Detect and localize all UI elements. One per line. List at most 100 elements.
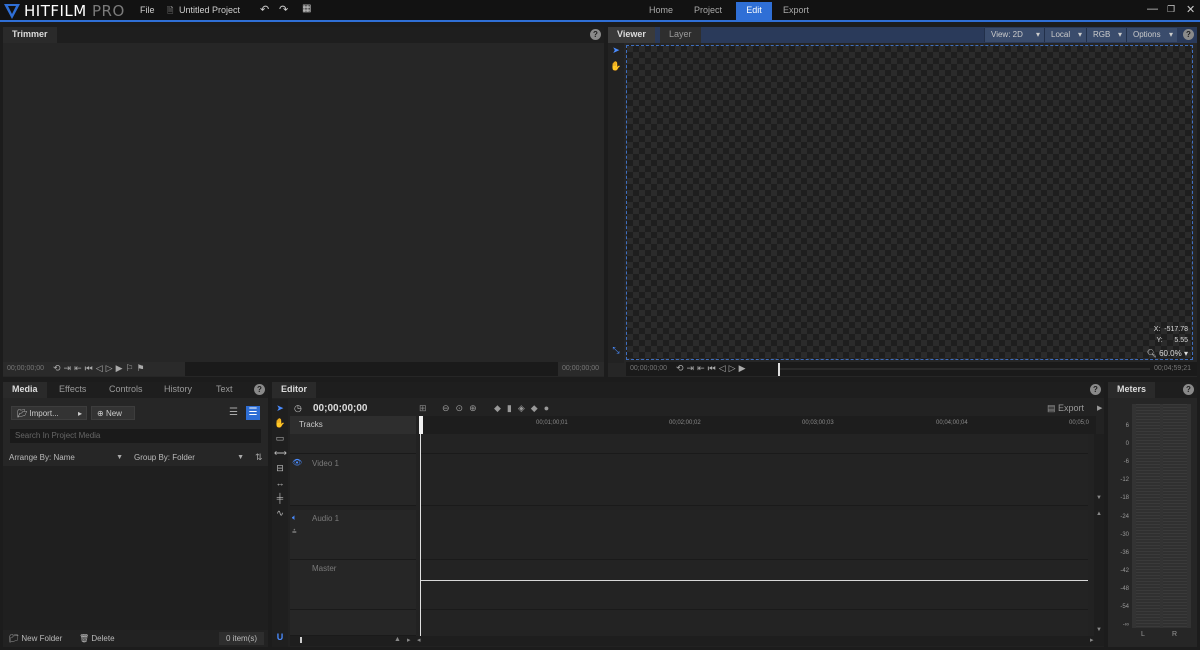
help-icon[interactable]: ? [1090, 384, 1101, 395]
editor-vscroll[interactable]: ▼ ▲ ▼ [1094, 434, 1104, 636]
meter-right-bar [1163, 404, 1187, 628]
media-list[interactable] [3, 466, 268, 630]
options-dropdown[interactable]: Options ▾ [1126, 28, 1177, 42]
help-icon[interactable]: ? [1183, 384, 1194, 395]
export-button[interactable]: ▤ Export [1047, 403, 1084, 414]
slice-tool-icon[interactable]: ▭ [274, 433, 286, 444]
timeline-lane-spacer [420, 434, 1088, 454]
channel-dropdown[interactable]: RGB ▾ [1086, 28, 1126, 42]
slip-tool-icon[interactable]: ⟷ [274, 448, 287, 459]
meter-scale-m54: -54 [1120, 604, 1129, 610]
delete-button[interactable]: 🗑︎ Delete [79, 634, 115, 643]
hand-tool-icon[interactable]: ✋ [610, 61, 622, 72]
help-icon[interactable]: ? [1183, 29, 1194, 40]
tab-text[interactable]: Text [207, 382, 242, 398]
zoom-in-icon[interactable]: ▲ [394, 636, 401, 643]
select-tool-icon[interactable]: ➤ [610, 45, 622, 56]
select-tool-icon[interactable]: ➤ [274, 403, 286, 414]
ruler-mark-5: 00;05;0 [1069, 420, 1090, 426]
search-media-input[interactable]: Search In Project Media [10, 429, 261, 443]
restore-icon[interactable]: ❐ [1167, 4, 1175, 15]
nav-project[interactable]: Project [686, 2, 730, 20]
hitfilm-logo-icon [4, 4, 20, 19]
meter-scale-m12: -12 [1120, 477, 1129, 483]
hand-tool-icon[interactable]: ✋ [274, 418, 286, 429]
new-button[interactable]: ⊕ New [91, 406, 135, 420]
menu-file[interactable]: File [140, 5, 155, 15]
media-header: Media Effects Controls History Text ? [3, 382, 268, 398]
tab-layer[interactable]: Layer [660, 27, 701, 43]
arrange-by-dropdown[interactable]: Arrange By: Name ▼ [6, 451, 126, 465]
scroll-right-icon[interactable]: ▸ [407, 636, 411, 644]
scroll-up-icon[interactable]: ▲ [1096, 511, 1102, 517]
add-track-icon[interactable]: ⊞ [419, 403, 427, 414]
minimize-icon[interactable]: — [1147, 3, 1158, 15]
grid-icon[interactable]: ▦ [302, 3, 311, 14]
snap-icon[interactable]: U [274, 632, 286, 642]
keyframe-icons[interactable]: ◆▮◈◆● [494, 403, 555, 414]
view-mode-dropdown[interactable]: View: 2D ▾ [984, 28, 1044, 42]
video-track-header[interactable]: 👁︎ Video 1 [290, 454, 416, 506]
tab-viewer[interactable]: Viewer [608, 27, 655, 43]
detail-view-icon[interactable]: ☰ [246, 406, 260, 420]
space-dropdown[interactable]: Local ▾ [1044, 28, 1086, 42]
nav-edit[interactable]: Edit [736, 2, 772, 20]
project-name[interactable]: Untitled Project [179, 5, 240, 15]
master-track-header[interactable]: Master [290, 560, 416, 610]
tab-editor[interactable]: Editor [272, 382, 316, 398]
master-lane[interactable] [420, 560, 1088, 610]
audio-options-icon[interactable]: ⩮ [292, 527, 297, 537]
scroll-left-icon[interactable]: ◂ [417, 636, 421, 644]
trimmer-panel: Trimmer ? 00;00;00;00 ⟲⇥⇤⏮◁▷▶⚐⚑ 00;00;00… [3, 27, 604, 377]
eye-icon[interactable]: 👁︎ [292, 458, 302, 467]
tab-meters[interactable]: Meters [1108, 382, 1156, 398]
group-by-dropdown[interactable]: Group By: Folder ▼ [131, 451, 247, 465]
playhead-handle[interactable] [419, 416, 423, 434]
video-lane[interactable] [420, 454, 1088, 506]
help-icon[interactable]: ? [254, 384, 265, 395]
close-icon[interactable]: ✕ [1186, 3, 1195, 16]
nav-home[interactable]: Home [641, 2, 681, 20]
scroll-down-icon[interactable]: ▼ [1096, 627, 1102, 633]
import-button[interactable]: 📂︎ Import... ▸ [11, 406, 87, 420]
sort-icon[interactable]: ⇅ [255, 452, 263, 463]
video-track-label: Video 1 [312, 459, 339, 468]
timeline-ruler[interactable] [420, 416, 1096, 434]
meters-header: Meters ? [1108, 382, 1197, 398]
ripple-tool-icon[interactable]: ↔ [274, 478, 286, 488]
editor-hscroll[interactable]: ▲ ▸ ◂ ▸ [290, 636, 1104, 646]
help-icon[interactable]: ? [590, 29, 601, 40]
audio-lane[interactable] [420, 510, 1088, 560]
meter-scale-m6: -6 [1123, 459, 1129, 465]
tab-history[interactable]: History [155, 382, 201, 398]
zoom-slider-handle[interactable] [300, 637, 302, 643]
audio-track-header[interactable]: 🔈︎ ⩮ Audio 1 [290, 510, 416, 560]
speaker-icon[interactable]: 🔈︎ [292, 513, 297, 523]
editor-menu-arrow-icon[interactable]: ▶ [1097, 404, 1102, 412]
new-folder-button[interactable]: 📁︎ New Folder [9, 634, 62, 643]
viewer-transport-icons[interactable]: ⟲⇥⇤⏮◁▷▶ [676, 363, 749, 374]
viewer-scrub-bar[interactable] [780, 368, 1150, 370]
redo-icon[interactable]: ↷ [279, 3, 288, 16]
tab-media[interactable]: Media [3, 382, 47, 398]
editor-timecode[interactable]: 00;00;00;00 [313, 403, 367, 414]
track-footer-space [290, 610, 416, 636]
ruler-mark-2: 00;02;00;02 [669, 420, 701, 426]
scroll-down-icon[interactable]: ▼ [1096, 495, 1102, 501]
viewer-canvas[interactable]: X: -517.78 Y: 5.55 🔍︎ 60.0% ▾ [626, 45, 1193, 360]
rate-tool-icon[interactable]: ∿ [274, 508, 286, 519]
undo-icon[interactable]: ↶ [260, 3, 269, 16]
trimmer-transport-icons[interactable]: ⟲⇥⇤⏮◁▷▶⚐⚑ [53, 363, 148, 374]
list-view-icon[interactable]: ☰ [229, 407, 238, 418]
roll-tool-icon[interactable]: ╪ [274, 493, 286, 503]
tab-trimmer[interactable]: Trimmer [3, 27, 57, 43]
tab-controls[interactable]: Controls [100, 382, 152, 398]
slide-tool-icon[interactable]: ⊟ [274, 463, 286, 474]
expand-icon[interactable]: ⤡ [610, 345, 622, 356]
editor-nav-icons[interactable]: ⊖⊙⊕ [442, 403, 483, 414]
nav-export[interactable]: Export [775, 2, 817, 20]
scroll-right-icon[interactable]: ▸ [1090, 636, 1094, 644]
zoom-dropdown[interactable]: 🔍︎ 60.0% ▾ [1147, 349, 1188, 358]
tab-effects[interactable]: Effects [50, 382, 95, 398]
editor-header: Editor ? [272, 382, 1104, 398]
